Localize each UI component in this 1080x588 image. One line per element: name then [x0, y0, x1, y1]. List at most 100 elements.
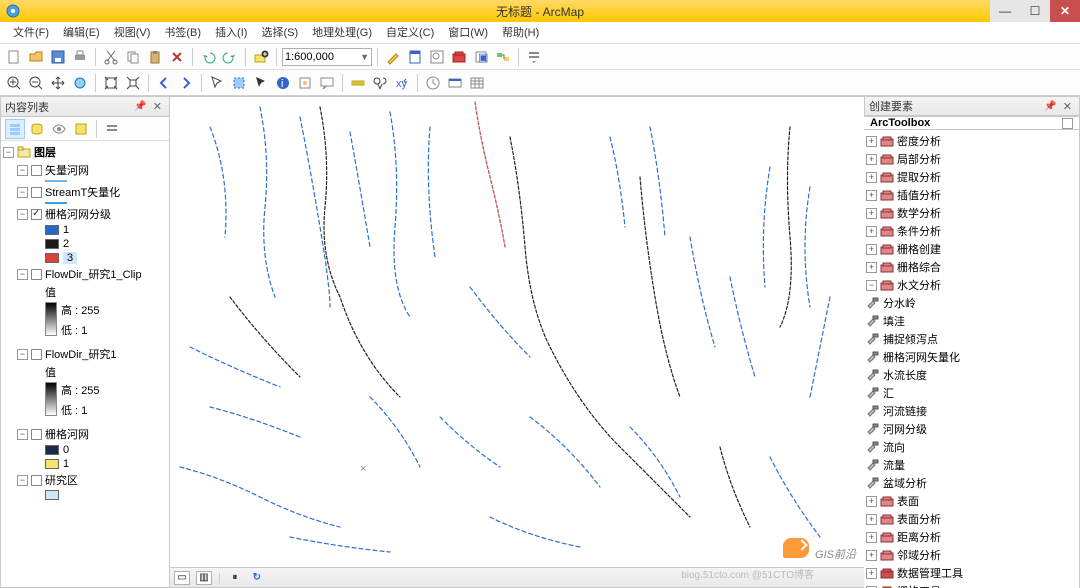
toolbox-node[interactable]: +数学分析	[866, 204, 1077, 222]
select-elements-button[interactable]	[251, 73, 271, 93]
tool-node[interactable]: 水流长度	[866, 366, 1077, 384]
toolbox-node[interactable]: +插值分析	[866, 186, 1077, 204]
delete-button[interactable]	[167, 47, 187, 67]
pin-icon[interactable]: 📌	[131, 101, 149, 112]
menu-view[interactable]: 视图(V)	[107, 22, 158, 44]
add-data-button[interactable]	[251, 47, 271, 67]
scale-combo[interactable]: 1:600,000▼	[282, 48, 372, 66]
goto-xy-button[interactable]: xy	[392, 73, 412, 93]
toc-tree[interactable]: −图层 −矢量河网 −StreamT矢量化 −栅格河网分级 1 2 3 −Flo…	[1, 141, 169, 587]
table-button[interactable]	[467, 73, 487, 93]
map-view[interactable]: × ▭ ▥ | ⏸ ↻ GIS前沿 blog.51cto.com @51CTO博…	[170, 96, 864, 588]
identify-button[interactable]: i	[273, 73, 293, 93]
layer-grid-class-2[interactable]: 2	[3, 237, 167, 251]
tool-node[interactable]: 汇	[866, 384, 1077, 402]
layout-view-tab[interactable]: ▥	[196, 571, 212, 585]
menu-window[interactable]: 窗口(W)	[441, 22, 495, 44]
layer-vector-river[interactable]: −矢量河网	[3, 161, 167, 179]
pan-button[interactable]	[48, 73, 68, 93]
toolbox-node[interactable]: +条件分析	[866, 222, 1077, 240]
editor-toolbar-button[interactable]	[383, 47, 403, 67]
layer-study-area[interactable]: −研究区	[3, 471, 167, 489]
menu-bookmarks[interactable]: 书签(B)	[157, 22, 208, 44]
tool-node[interactable]: 盆域分析	[866, 474, 1077, 492]
fixed-zoom-in-button[interactable]	[101, 73, 121, 93]
toolbox-node[interactable]: +栅格综合	[866, 258, 1077, 276]
layer-flowdir[interactable]: −FlowDir_研究1	[3, 345, 167, 363]
menu-file[interactable]: 文件(F)	[6, 22, 56, 44]
undo-button[interactable]	[198, 47, 218, 67]
toc-root-layers[interactable]: −图层	[3, 143, 167, 161]
layer-flowdir-clip[interactable]: −FlowDir_研究1_Clip	[3, 265, 167, 283]
close-icon[interactable]: ✕	[1060, 100, 1075, 113]
menu-edit[interactable]: 编辑(E)	[56, 22, 107, 44]
layer-grid-river-1[interactable]: 1	[3, 457, 167, 471]
find-button[interactable]	[370, 73, 390, 93]
zoom-out-button[interactable]	[26, 73, 46, 93]
menu-help[interactable]: 帮助(H)	[495, 22, 546, 44]
arctoolbox-button[interactable]	[449, 47, 469, 67]
layer-grid-class[interactable]: −栅格河网分级	[3, 205, 167, 223]
fixed-zoom-out-button[interactable]	[123, 73, 143, 93]
toolbox-node[interactable]: +表面	[866, 492, 1077, 510]
print-button[interactable]	[70, 47, 90, 67]
hyperlink-button[interactable]	[295, 73, 315, 93]
tool-node[interactable]: 填洼	[866, 312, 1077, 330]
menu-selection[interactable]: 选择(S)	[254, 22, 305, 44]
clear-selection-button[interactable]	[229, 73, 249, 93]
tool-node[interactable]: 河流链接	[866, 402, 1077, 420]
toolbox-node[interactable]: +邻域分析	[866, 546, 1077, 564]
tool-node[interactable]: 分水岭	[866, 294, 1077, 312]
toolbox-node[interactable]: +栅格工具	[866, 582, 1077, 588]
toolbox-node[interactable]: +表面分析	[866, 510, 1077, 528]
options-button[interactable]	[102, 119, 122, 139]
layer-grid-class-3[interactable]: 3	[3, 251, 167, 265]
model-builder-button[interactable]	[493, 47, 513, 67]
maximize-button[interactable]: ☐	[1020, 0, 1050, 22]
close-icon[interactable]: ✕	[150, 100, 165, 113]
data-view-tab[interactable]: ▭	[174, 571, 190, 585]
arctoolbox-tree[interactable]: +密度分析+局部分析+提取分析+插值分析+数学分析+条件分析+栅格创建+栅格综合…	[864, 130, 1080, 588]
menu-geoprocessing[interactable]: 地理处理(G)	[305, 22, 379, 44]
close-button[interactable]: ✕	[1050, 0, 1080, 22]
tool-node[interactable]: 捕捉倾泻点	[866, 330, 1077, 348]
list-by-source-button[interactable]	[27, 119, 47, 139]
refresh-pause-button[interactable]: ⏸	[227, 571, 243, 585]
create-viewer-button[interactable]	[445, 73, 465, 93]
toolbox-node[interactable]: +局部分析	[866, 150, 1077, 168]
catalog-button[interactable]	[405, 47, 425, 67]
pin-icon[interactable]: 📌	[1041, 101, 1059, 112]
new-doc-button[interactable]	[4, 47, 24, 67]
list-by-drawing-order-button[interactable]	[5, 119, 25, 139]
toolbox-node[interactable]: +提取分析	[866, 168, 1077, 186]
toolbox-node[interactable]: +数据管理工具	[866, 564, 1077, 582]
redo-button[interactable]	[220, 47, 240, 67]
next-extent-button[interactable]	[176, 73, 196, 93]
toolbox-node[interactable]: +密度分析	[866, 132, 1077, 150]
list-by-selection-button[interactable]	[71, 119, 91, 139]
maximize-icon[interactable]	[1062, 118, 1073, 129]
tool-node[interactable]: 流向	[866, 438, 1077, 456]
tool-node[interactable]: 栅格河网矢量化	[866, 348, 1077, 366]
copy-button[interactable]	[123, 47, 143, 67]
save-button[interactable]	[48, 47, 68, 67]
menu-insert[interactable]: 插入(I)	[208, 22, 254, 44]
measure-button[interactable]	[348, 73, 368, 93]
cut-button[interactable]	[101, 47, 121, 67]
paste-button[interactable]	[145, 47, 165, 67]
time-slider-button[interactable]	[423, 73, 443, 93]
map-canvas[interactable]: ×	[170, 97, 864, 569]
python-button[interactable]: ▣	[471, 47, 491, 67]
layer-grid-river[interactable]: −栅格河网	[3, 425, 167, 443]
prev-extent-button[interactable]	[154, 73, 174, 93]
toolbox-node[interactable]: +栅格创建	[866, 240, 1077, 258]
search-button[interactable]	[427, 47, 447, 67]
html-popup-button[interactable]	[317, 73, 337, 93]
open-button[interactable]	[26, 47, 46, 67]
toolbox-node[interactable]: +距离分析	[866, 528, 1077, 546]
layer-study-area-symbol[interactable]	[3, 489, 167, 501]
layer-grid-class-1[interactable]: 1	[3, 223, 167, 237]
toolbar-dropdown-icon[interactable]	[524, 47, 544, 67]
select-features-button[interactable]	[207, 73, 227, 93]
layer-grid-river-0[interactable]: 0	[3, 443, 167, 457]
